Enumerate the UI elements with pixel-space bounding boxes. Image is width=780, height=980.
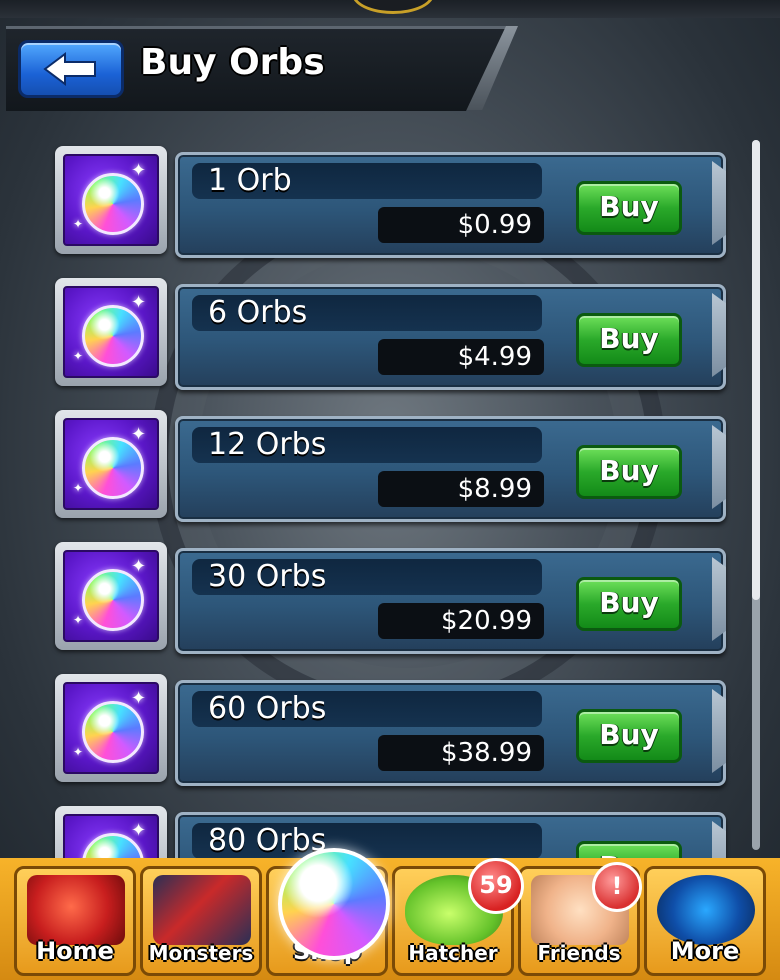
sparkle-icon: ✦ <box>131 556 147 577</box>
sparkle-icon: ✦ <box>73 217 84 231</box>
product-name: 60 Orbs <box>192 691 542 727</box>
sparkle-icon: ✦ <box>131 424 147 445</box>
product-card: 30 Orbs $20.99 Buy <box>175 548 726 654</box>
sparkle-icon: ✦ <box>73 613 84 627</box>
buy-button[interactable]: Buy <box>576 181 682 235</box>
product-name: 1 Orb <box>192 163 542 199</box>
product-card: 12 Orbs $8.99 Buy <box>175 416 726 522</box>
rainbow-orb-icon <box>82 569 144 631</box>
nav-label-friends: Friends <box>537 941 621 965</box>
product-card: 1 Orb $0.99 Buy <box>175 152 726 258</box>
orb-icon-frame: ✦ ✦ <box>55 410 167 518</box>
nav-label-hatcher: Hatcher <box>408 941 498 965</box>
product-card: 60 Orbs $38.99 Buy <box>175 680 726 786</box>
product-price: $4.99 <box>378 339 544 375</box>
bottom-navigation: Home Monsters Shop Hatcher Friends More <box>0 858 780 980</box>
sparkle-icon: ✦ <box>73 745 84 759</box>
sparkle-icon: ✦ <box>131 292 147 313</box>
product-price: $8.99 <box>378 471 544 507</box>
orb-icon-background: ✦ ✦ <box>63 154 159 246</box>
nav-tab-monsters[interactable]: Monsters <box>140 866 262 976</box>
nav-tab-home[interactable]: Home <box>14 866 136 976</box>
product-card: 6 Orbs $4.99 Buy <box>175 284 726 390</box>
monster-icon <box>153 875 251 945</box>
back-button[interactable] <box>18 40 124 98</box>
product-price: $0.99 <box>378 207 544 243</box>
buy-button[interactable]: Buy <box>576 313 682 367</box>
orb-icon-background: ✦ ✦ <box>63 418 159 510</box>
sparkle-icon: ✦ <box>73 481 84 495</box>
orb-icon-background: ✦ ✦ <box>63 286 159 378</box>
hatcher-count-badge: 59 <box>468 858 524 914</box>
nav-label-monsters: Monsters <box>148 941 254 965</box>
rainbow-orb-icon <box>82 173 144 235</box>
product-price: $38.99 <box>378 735 544 771</box>
radar-icon <box>657 875 755 945</box>
product-name: 30 Orbs <box>192 559 542 595</box>
nav-tab-more[interactable]: More <box>644 866 766 976</box>
page-title: Buy Orbs <box>140 42 325 83</box>
rainbow-orb-icon <box>82 437 144 499</box>
rainbow-orb-icon <box>82 701 144 763</box>
orb-icon-frame: ✦ ✦ <box>55 146 167 254</box>
product-name: 80 Orbs <box>192 823 542 859</box>
friends-alert-badge: ! <box>592 862 642 912</box>
buy-button[interactable]: Buy <box>576 709 682 763</box>
product-name: 6 Orbs <box>192 295 542 331</box>
orb-icon-background: ✦ ✦ <box>63 682 159 774</box>
orb-icon-frame: ✦ ✦ <box>55 674 167 782</box>
orb-product-row: ✦ ✦ 6 Orbs $4.99 Buy <box>0 272 780 390</box>
orb-product-row: ✦ ✦ 30 Orbs $20.99 Buy <box>0 536 780 654</box>
sparkle-icon: ✦ <box>131 820 147 841</box>
sparkle-icon: ✦ <box>73 349 84 363</box>
orb-icon-frame: ✦ ✦ <box>55 542 167 650</box>
orb-icon-frame: ✦ ✦ <box>55 278 167 386</box>
sparkle-icon: ✦ <box>131 160 147 181</box>
nav-label-more: More <box>670 937 740 965</box>
sparkle-icon: ✦ <box>131 688 147 709</box>
rainbow-orb-icon <box>82 305 144 367</box>
orb-icon-background: ✦ ✦ <box>63 550 159 642</box>
orb-product-row: ✦ ✦ 60 Orbs $38.99 Buy <box>0 668 780 786</box>
nav-label-home: Home <box>36 937 114 965</box>
buy-button[interactable]: Buy <box>576 445 682 499</box>
product-price: $20.99 <box>378 603 544 639</box>
orb-product-row: ✦ ✦ 12 Orbs $8.99 Buy <box>0 404 780 522</box>
rainbow-orb-icon <box>278 848 390 960</box>
orb-product-row: ✦ ✦ 1 Orb $0.99 Buy <box>0 140 780 258</box>
dragon-icon <box>27 875 125 945</box>
back-arrow-icon <box>43 52 96 86</box>
product-name: 12 Orbs <box>192 427 542 463</box>
buy-button[interactable]: Buy <box>576 577 682 631</box>
